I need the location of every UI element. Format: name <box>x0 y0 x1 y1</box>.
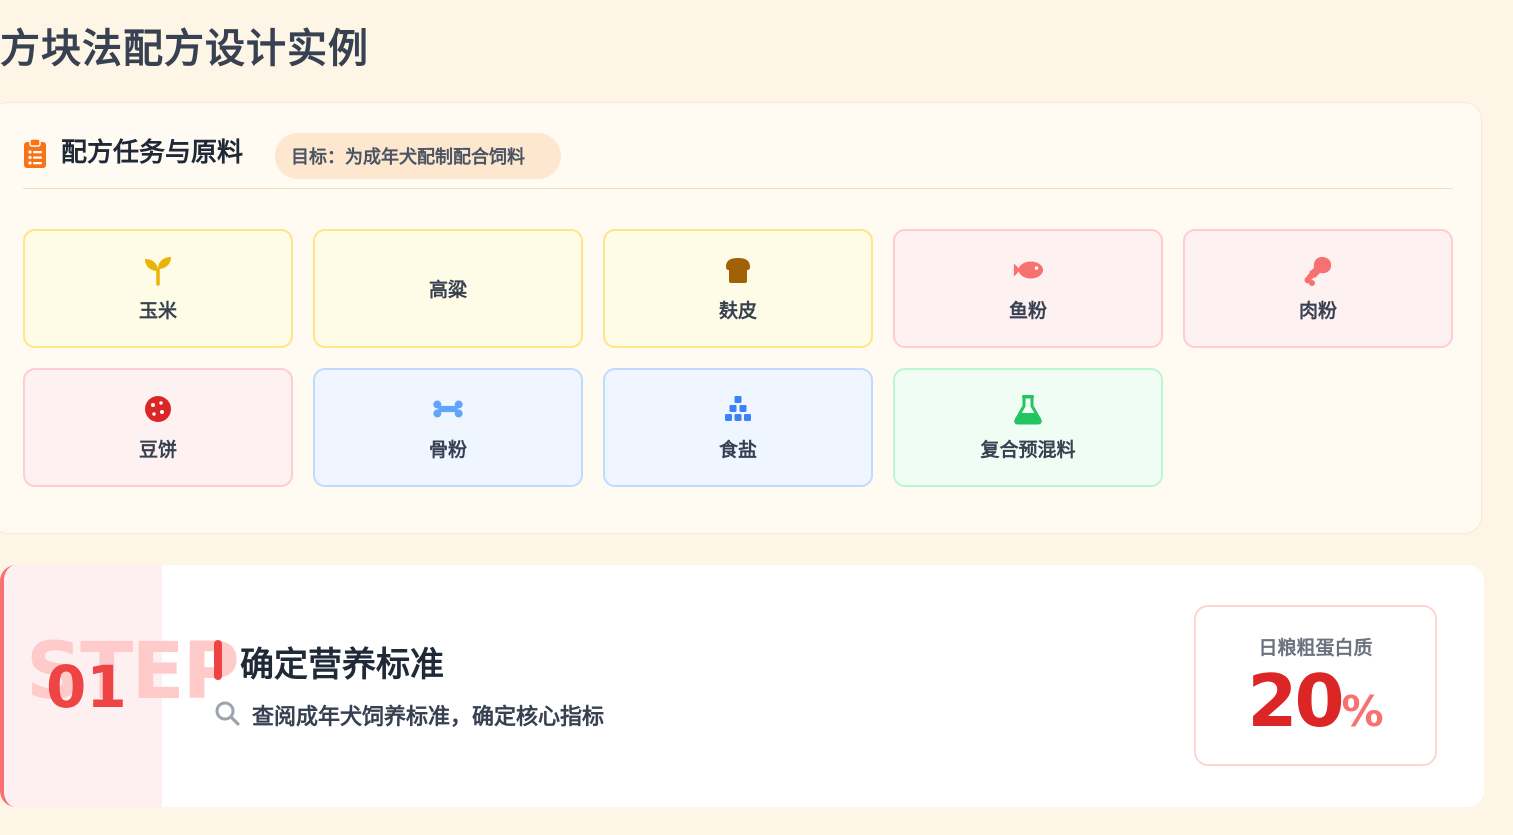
flask-icon <box>1012 393 1044 425</box>
ingredient-label: 复合预混料 <box>980 439 1076 461</box>
ingredient-tile-bone-meal: 骨粉 <box>313 368 583 487</box>
ingredient-tile-sorghum: 高粱 <box>313 229 583 348</box>
metric-value: 20% <box>1196 659 1435 743</box>
protein-metric-card: 日粮粗蛋白质 20% <box>1194 605 1437 766</box>
clipboard-list-icon <box>23 137 47 169</box>
page-title: 方块法配方设计实例 <box>0 26 369 72</box>
metric-label: 日粮粗蛋白质 <box>1258 637 1373 659</box>
ingredient-tile-soybean-cake: 豆饼 <box>23 368 293 487</box>
cubes-icon <box>722 393 754 425</box>
step-number: 01 <box>46 653 127 721</box>
step-title-accent <box>214 640 222 680</box>
page: 方块法配方设计实例 配方任务与原料 目标：为成年犬配制配合饲料 玉米 高粱 麸皮… <box>0 0 1513 835</box>
fish-icon <box>1012 254 1044 286</box>
bone-icon <box>432 393 464 425</box>
cookie-icon <box>142 393 174 425</box>
step-card: STEP 01 确定营养标准 查阅成年犬饲养标准，确定核心指标 日粮粗蛋白质 2… <box>0 565 1484 807</box>
search-icon <box>214 700 240 730</box>
ingredient-tile-meat-meal: 肉粉 <box>1183 229 1453 348</box>
step-description-text: 查阅成年犬饲养标准，确定核心指标 <box>252 705 605 730</box>
ingredient-label: 麸皮 <box>718 300 757 322</box>
ingredient-label: 鱼粉 <box>1008 300 1047 322</box>
ingredient-tile-fish-meal: 鱼粉 <box>893 229 1163 348</box>
ingredient-label: 高粱 <box>428 279 467 301</box>
drumstick-icon <box>1302 254 1334 286</box>
step-description: 查阅成年犬饲养标准，确定核心指标 <box>214 699 604 731</box>
task-header: 配方任务与原料 目标：为成年犬配制配合饲料 <box>23 133 1453 189</box>
ingredient-tile-corn: 玉米 <box>23 229 293 348</box>
ingredient-label: 骨粉 <box>428 439 467 461</box>
bread-icon <box>722 254 754 286</box>
ingredient-tile-salt: 食盐 <box>603 368 873 487</box>
ingredient-tile-bran: 麸皮 <box>603 229 873 348</box>
task-card: 配方任务与原料 目标：为成年犬配制配合饲料 玉米 高粱 麸皮 鱼粉 肉粉 豆饼 … <box>0 102 1482 534</box>
ingredient-label: 豆饼 <box>138 439 177 461</box>
task-title: 配方任务与原料 <box>61 138 244 168</box>
goal-badge: 目标：为成年犬配制配合饲料 <box>275 133 562 179</box>
metric-number: 20 <box>1247 659 1344 743</box>
seedling-icon <box>142 254 174 286</box>
metric-unit: % <box>1341 687 1384 736</box>
ingredient-label: 玉米 <box>138 300 177 322</box>
step-title: 确定营养标准 <box>240 645 444 685</box>
ingredient-label: 食盐 <box>718 439 757 461</box>
ingredient-tile-premix: 复合预混料 <box>893 368 1163 487</box>
ingredient-label: 肉粉 <box>1298 300 1337 322</box>
